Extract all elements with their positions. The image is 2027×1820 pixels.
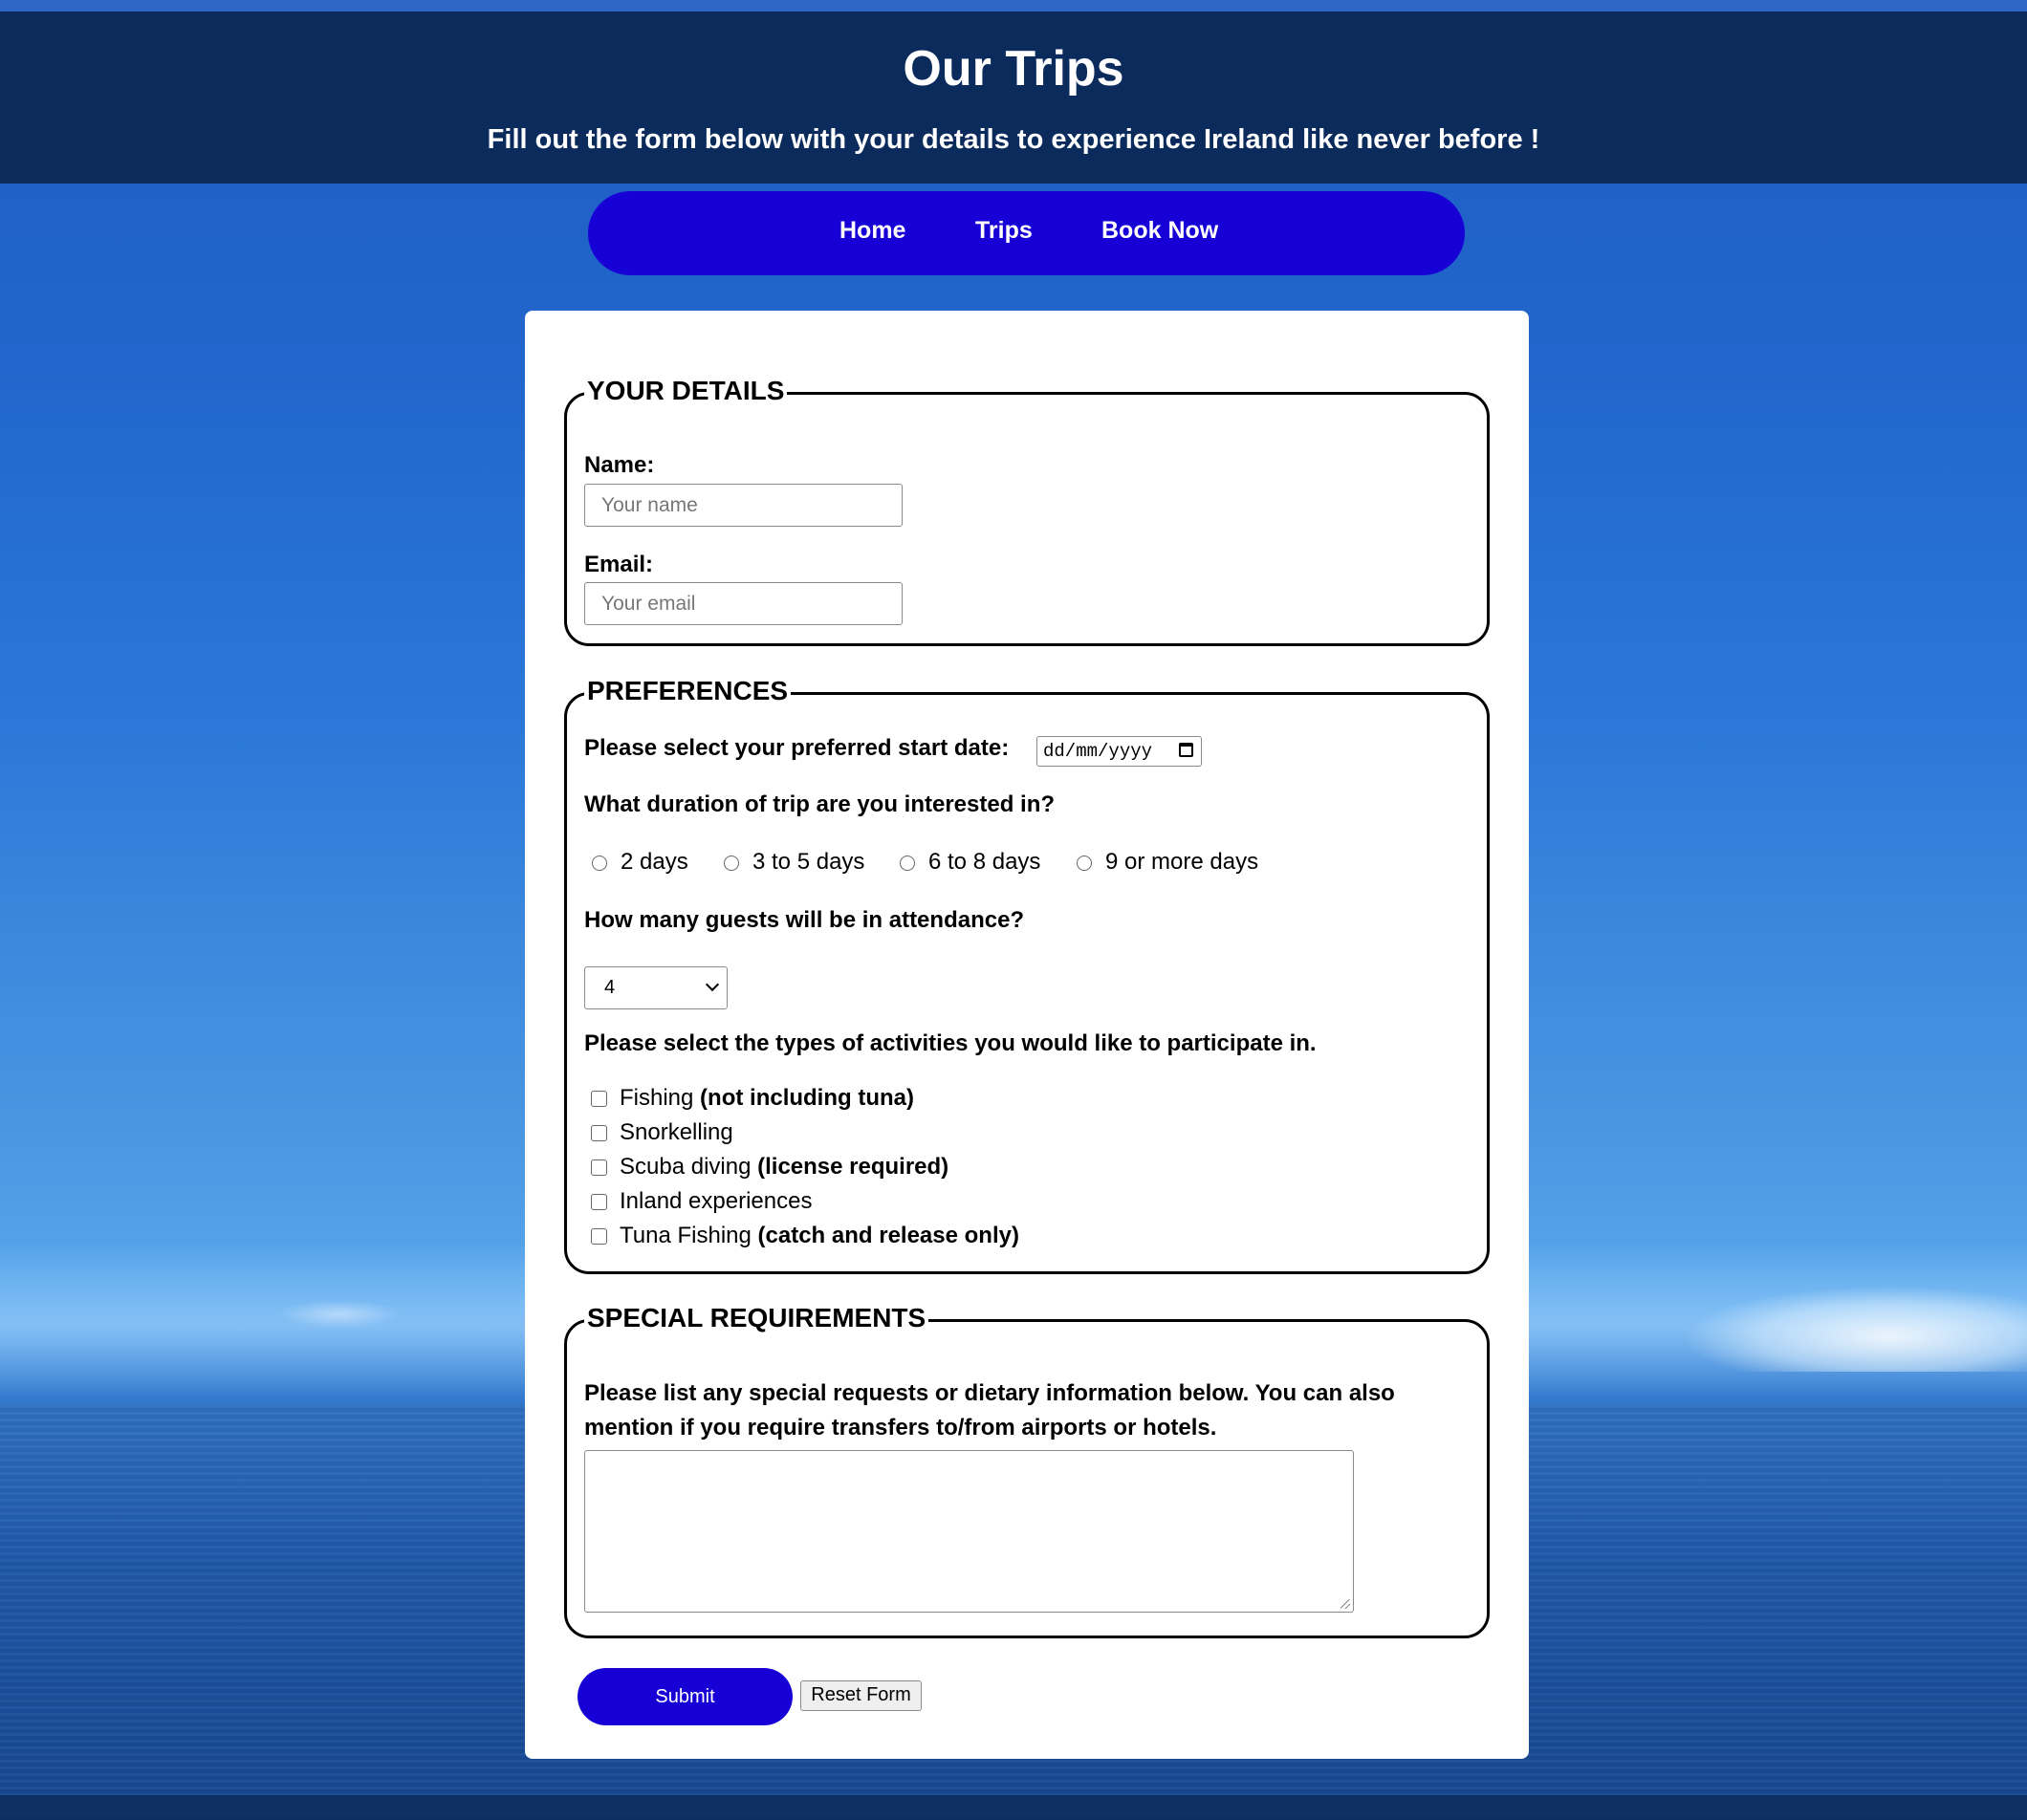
calendar-icon[interactable] xyxy=(1179,743,1193,757)
nav-item-trips[interactable]: Trips xyxy=(975,217,1033,245)
checkbox-label: Fishing (not including tuna) xyxy=(620,1085,914,1111)
fieldset-preferences: PREFERENCES Please select your preferred… xyxy=(564,672,1490,1274)
checkbox-snorkelling[interactable] xyxy=(591,1125,607,1141)
duration-label: What duration of trip are you interested… xyxy=(584,791,1056,817)
radio-duration-3-to-5-days[interactable] xyxy=(724,856,739,871)
booking-form-card: YOUR DETAILS Name: Email: PREFERENCES Pl… xyxy=(525,311,1529,1759)
radio-label: 2 days xyxy=(621,849,688,875)
fieldset-special-requirements: SPECIAL REQUIREMENTS Please list any spe… xyxy=(564,1299,1490,1638)
radio-label: 9 or more days xyxy=(1105,849,1259,875)
nav-item-home[interactable]: Home xyxy=(839,217,905,245)
activities-label: Please select the types of activities yo… xyxy=(584,1030,1317,1056)
start-date-input[interactable]: dd/mm/yyyy xyxy=(1036,736,1202,767)
background-top-strip xyxy=(0,0,2027,11)
special-requirements-text-line1: Please list any special requests or diet… xyxy=(584,1380,1395,1406)
email-label: Email: xyxy=(584,552,654,577)
special-requirements-text-line2: mention if you require transfers to/from… xyxy=(584,1415,1217,1441)
fieldset-your-details: YOUR DETAILS Name: Email: xyxy=(564,372,1490,646)
background-cloud xyxy=(277,1300,402,1329)
main-nav: Home Trips Book Now xyxy=(588,191,1465,275)
start-date-value: dd/mm/yyyy xyxy=(1043,741,1153,762)
checkbox-fishing[interactable] xyxy=(591,1091,607,1107)
email-input[interactable] xyxy=(584,582,903,625)
background-cloud xyxy=(1683,1286,2027,1372)
name-label: Name: xyxy=(584,452,655,478)
checkbox-tuna-fishing[interactable] xyxy=(591,1228,607,1245)
guests-label: How many guests will be in attendance? xyxy=(584,907,1025,933)
fieldset-legend: YOUR DETAILS xyxy=(584,372,788,410)
radio-label: 6 to 8 days xyxy=(928,849,1041,875)
reset-form-button[interactable]: Reset Form xyxy=(800,1680,922,1711)
special-requirements-textarea[interactable] xyxy=(584,1450,1354,1613)
radio-duration-2-days[interactable] xyxy=(592,856,607,871)
radio-label: 3 to 5 days xyxy=(752,849,865,875)
fieldset-legend: PREFERENCES xyxy=(584,672,792,710)
page-footer xyxy=(0,1795,2027,1820)
nav-item-book-now[interactable]: Book Now xyxy=(1101,217,1218,245)
checkbox-label: Scuba diving (license required) xyxy=(620,1154,949,1180)
radio-duration-6-to-8-days[interactable] xyxy=(900,856,915,871)
checkbox-inland-experiences[interactable] xyxy=(591,1194,607,1210)
checkbox-label: Snorkelling xyxy=(620,1119,733,1145)
checkbox-label: Tuna Fishing (catch and release only) xyxy=(620,1223,1019,1248)
radio-duration-9-or-more-days[interactable] xyxy=(1077,856,1092,871)
checkbox-scuba-diving[interactable] xyxy=(591,1159,607,1176)
checkbox-label: Inland experiences xyxy=(620,1188,813,1214)
guests-select-value: 4 xyxy=(604,977,616,998)
page-subtitle: Fill out the form below with your detail… xyxy=(487,124,1540,155)
resize-handle-icon[interactable] xyxy=(1340,1599,1350,1609)
page-header: Our Trips Fill out the form below with y… xyxy=(0,11,2027,184)
submit-button[interactable]: Submit xyxy=(578,1668,793,1725)
chevron-down-icon xyxy=(705,977,720,992)
name-input[interactable] xyxy=(584,484,903,527)
guests-select[interactable]: 4 xyxy=(584,966,728,1009)
start-date-label: Please select your preferred start date: xyxy=(584,735,1010,761)
page-title: Our Trips xyxy=(903,41,1124,97)
fieldset-legend: SPECIAL REQUIREMENTS xyxy=(584,1299,929,1337)
